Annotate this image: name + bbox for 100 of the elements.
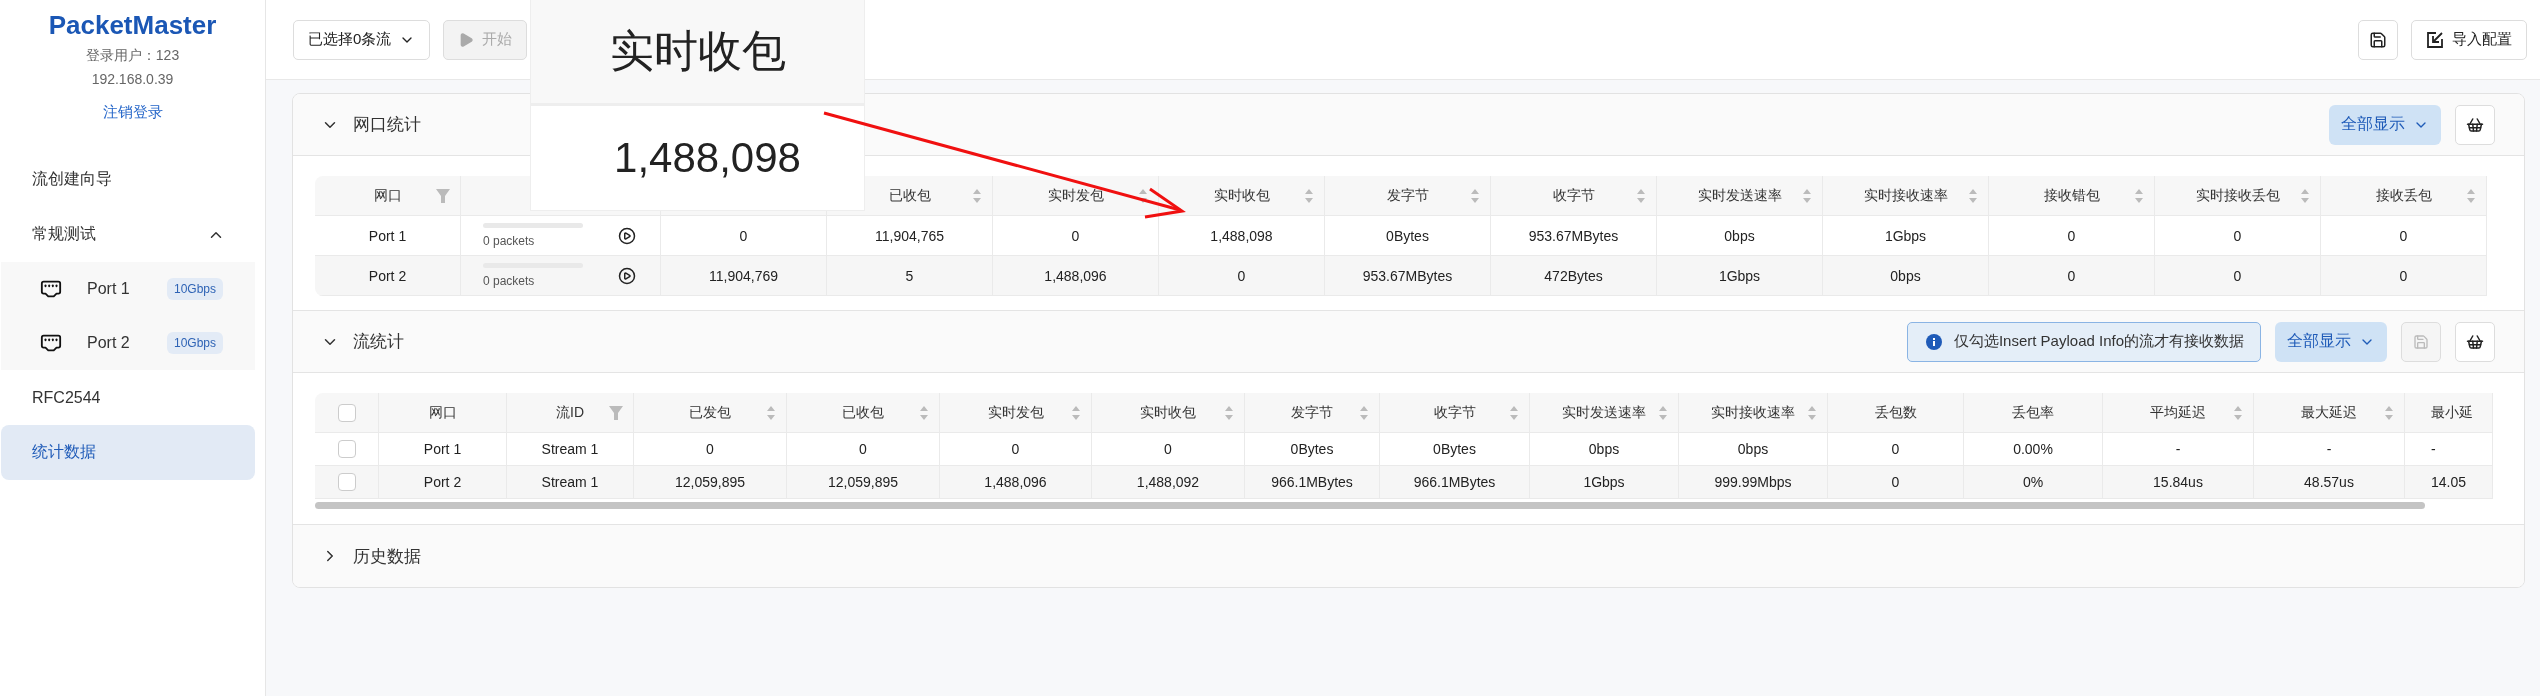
speed-badge: 10Gbps (166, 332, 223, 354)
table-cell: 0% (2022, 474, 2044, 490)
speed-badge: 10Gbps (166, 278, 223, 300)
import-button[interactable]: 导入配置 (2411, 19, 2527, 60)
display-dropdown[interactable]: 全部显示 (2275, 321, 2387, 362)
play-icon[interactable] (618, 226, 636, 245)
column-header: 实时接收速率 (1711, 403, 1795, 422)
logout-link[interactable]: 注销登录 (102, 103, 163, 122)
scrollbar[interactable] (315, 502, 2425, 509)
column-header: 最小延 (2431, 403, 2473, 422)
sort-icon[interactable] (1071, 405, 1081, 421)
import-icon (2426, 30, 2444, 49)
stream-select[interactable]: 已选择0条流 (293, 19, 431, 60)
port-label[interactable]: Port 2 (87, 334, 167, 352)
nav-item[interactable]: 流创建向导 (1, 152, 255, 207)
table-cell: 0bps (1823, 256, 1989, 296)
table-cell: 0 (2321, 216, 2487, 256)
column-header: 实时收包 (1213, 186, 1270, 205)
sort-icon[interactable] (2233, 405, 2243, 421)
ethernet-port-icon (40, 332, 62, 354)
sort-icon[interactable] (2134, 188, 2144, 204)
sort-icon[interactable] (1968, 188, 1978, 204)
checkbox[interactable] (337, 403, 356, 422)
table-cell: 15.84us (2153, 474, 2203, 490)
table-cell: Stream 1 (541, 441, 599, 457)
filter-icon[interactable] (436, 188, 450, 204)
user-label: 登录用户：123 (85, 47, 180, 65)
clear-button[interactable] (2455, 321, 2495, 362)
play-icon[interactable] (618, 266, 636, 285)
column-header: 网口 (373, 186, 402, 205)
sort-icon[interactable] (1509, 405, 1519, 421)
sort-icon[interactable] (2384, 405, 2394, 421)
nav-item[interactable]: 统计数据 (1, 425, 255, 480)
table-cell: Port 2 (315, 256, 461, 296)
sort-icon[interactable] (1470, 188, 1480, 204)
column-header: 接收丢包 (2375, 186, 2432, 205)
section-title: 历史数据 (353, 545, 421, 568)
column-header: 发字节 (1291, 403, 1333, 422)
sort-icon[interactable] (1807, 405, 1817, 421)
info-icon (1925, 333, 1942, 350)
nav-item[interactable]: RFC2544 (1, 370, 255, 425)
column-header: 丢包数 (1874, 403, 1917, 422)
save-button[interactable] (2358, 19, 2398, 60)
table-cell: 1,488,096 (984, 474, 1047, 490)
table-cell: 0 (1989, 256, 2155, 296)
checkbox[interactable] (337, 440, 356, 458)
callout-header: 实时收包 (609, 25, 786, 77)
sort-icon[interactable] (2300, 188, 2310, 204)
column-header: 最大延迟 (2301, 403, 2357, 422)
column-header: 收字节 (1433, 403, 1476, 422)
table-cell: 0bps (1588, 441, 1620, 457)
column-header: 已收包 (842, 403, 884, 422)
sort-icon[interactable] (1636, 188, 1646, 204)
table-cell: 966.1MBytes (1413, 474, 1496, 490)
table-cell: 1,488,098 (1159, 216, 1325, 256)
table-cell: 0 (2321, 256, 2487, 296)
column-header: 发字节 (1386, 186, 1429, 205)
table-cell: 1,488,092 (1136, 474, 1200, 490)
column-header: 实时接收速率 (1863, 186, 1948, 205)
table-cell: 12,059,895 (674, 474, 746, 490)
sort-icon[interactable] (2466, 188, 2476, 204)
table-cell: - (2175, 441, 2181, 457)
table-cell: Port 2 (423, 474, 462, 490)
sort-icon[interactable] (1138, 188, 1148, 204)
sort-icon[interactable] (1359, 405, 1369, 421)
table-cell: 0bps (1657, 216, 1823, 256)
sort-icon[interactable] (1802, 188, 1812, 204)
column-header: 已发包 (689, 403, 731, 422)
column-header: 实时接收丢包 (2195, 186, 2280, 205)
column-header: 平均延迟 (2150, 403, 2206, 422)
column-header: 实时发包 (1047, 186, 1104, 205)
table-cell: 0Bytes (1433, 441, 1476, 457)
ethernet-port-icon (40, 278, 62, 300)
nav-item[interactable]: 常规测试 (1, 207, 255, 262)
section-title: 流统计 (353, 331, 404, 353)
sort-icon[interactable] (919, 405, 929, 421)
column-header: 实时收包 (1140, 403, 1196, 422)
sort-icon[interactable] (972, 188, 982, 204)
sort-icon[interactable] (766, 405, 776, 421)
filter-icon[interactable] (609, 405, 623, 421)
table-cell: 966.1MBytes (1271, 474, 1353, 490)
table-cell: 12,059,895 (827, 474, 899, 490)
display-dropdown[interactable]: 全部显示 (2329, 104, 2441, 145)
table-cell: 0Bytes (1325, 216, 1491, 256)
ip-address: 192.168.0.39 (91, 71, 174, 87)
checkbox[interactable] (337, 473, 356, 491)
table-cell: 0bps (1737, 441, 1769, 457)
basket-icon (2466, 332, 2484, 351)
clear-button[interactable] (2455, 104, 2495, 145)
sort-icon[interactable] (1304, 188, 1314, 204)
table-cell: 11,904,769 (661, 256, 827, 296)
table-cell: 0 (2155, 256, 2321, 296)
table-cell: 1Gbps (1823, 216, 1989, 256)
progress-label: 0 packets (483, 274, 536, 288)
table-cell: - (2326, 441, 2332, 457)
column-header: 实时发送速率 (1562, 403, 1646, 422)
sort-icon[interactable] (1224, 405, 1234, 421)
table-cell: 999.99Mbps (1714, 474, 1792, 490)
port-label[interactable]: Port 1 (87, 280, 167, 298)
sort-icon[interactable] (1658, 405, 1668, 421)
